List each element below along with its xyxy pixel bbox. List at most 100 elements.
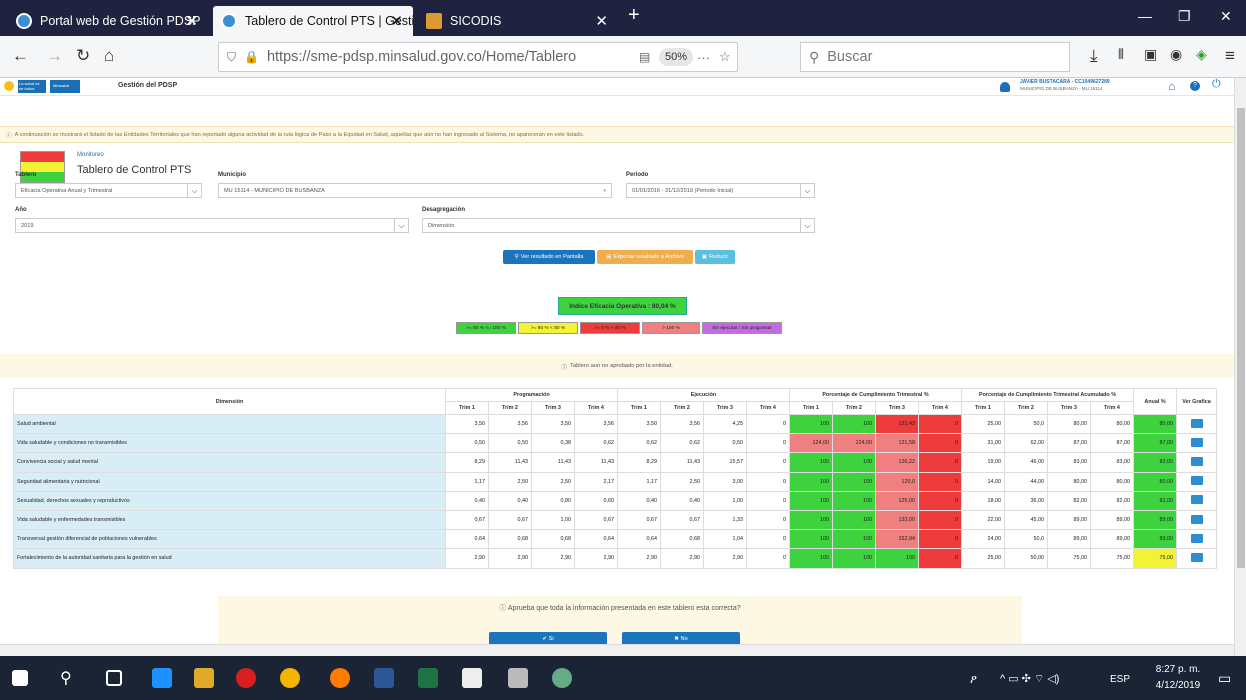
municipio-label: Municipio [218,172,246,178]
app-icon[interactable] [552,668,572,688]
table-row: Vida saludable y condiciones no transmis… [13,433,1217,454]
firefox-icon[interactable] [330,668,350,688]
chart-button-icon[interactable] [1190,456,1203,466]
tray-icons[interactable]: ^ ▭ ✣ ⌔ ◁) [1000,672,1059,686]
maximize-icon[interactable]: ❐ [1178,8,1191,25]
info-icon: ⓘ [6,132,12,139]
prog-cell: 3,50 [531,413,575,435]
opera-icon[interactable] [236,668,256,688]
account-icon[interactable]: ◉ [1170,46,1182,63]
minimize-icon[interactable]: — [1138,8,1152,24]
forward-icon[interactable]: → [46,46,63,66]
clock-time[interactable]: 8:27 p. m. [1148,664,1208,675]
scroll-thumb[interactable] [1237,108,1245,568]
trim-header: Trim 1 [445,401,489,415]
chart-button-icon[interactable] [1190,533,1203,543]
spreadsheet-icon[interactable] [508,668,528,688]
more-icon[interactable]: ··· [697,50,710,65]
municipio-select[interactable]: MU 15114 - MUNICIPIO DE BUSBANZA ▾ [218,183,612,198]
clock-date[interactable]: 4/12/2019 [1148,680,1208,691]
chart-button-icon[interactable] [1190,418,1203,428]
pct-cell: 0 [918,471,962,492]
file-explorer-icon[interactable] [194,668,214,688]
ejec-cell: 0,50 [703,433,747,454]
ejec-cell: 0 [746,490,790,511]
download-icon[interactable]: ⤓ [1090,46,1098,66]
chart-button-icon[interactable] [1190,495,1203,505]
menu-icon[interactable]: ≡ [1225,46,1235,66]
trim-header: Trim 4 [574,401,618,415]
acum-cell: 36,00 [1004,490,1048,511]
people-icon[interactable]: ዖ [970,672,977,687]
table-row: Sexualidad, derechos sexuales y reproduc… [13,490,1217,511]
url-bar[interactable]: ⛉ 🔒 https://sme-pdsp.minsalud.gov.co/Hom… [218,42,738,72]
pct-cell: 0 [918,452,962,473]
new-tab-icon[interactable]: + [628,4,640,27]
home-icon[interactable]: ⌂ [104,46,114,66]
periodo-select[interactable]: 01/01/2016 - 31/12/2019 (Periodo Inicial… [626,183,815,198]
pct-cell: 100 [832,413,876,435]
zoom-badge[interactable]: 50% [659,48,693,66]
table-row: Transversal gestión diferencial de pobla… [13,529,1217,550]
chart-button-icon[interactable] [1190,514,1203,524]
trim-header: Trim 3 [531,401,575,415]
task-view-icon[interactable] [106,670,122,686]
notifications-icon[interactable]: ▭ [1218,670,1231,687]
table-row: Seguridad alimentaria y nutricional 1,17 2… [13,471,1217,492]
vertical-scrollbar[interactable] [1234,78,1246,656]
pct-cell: 121,43 [875,413,919,435]
prog-cell: 11,43 [574,452,618,473]
trim-header: Trim 1 [789,401,833,415]
tab-sicodis[interactable]: SICODIS ✕ [418,6,618,36]
close-tab-icon[interactable]: ✕ [185,12,198,30]
ver-resultado-button[interactable]: ⚲ Ver resultado en Pantalla [503,250,595,264]
anio-select[interactable]: 2019 ⌵ [15,218,409,233]
power-icon[interactable]: ⏻ [1212,78,1221,91]
sidebar-icon[interactable]: ▣ [1144,46,1157,63]
prog-cell: 0,62 [574,433,618,454]
reducir-button[interactable]: ▣ Reducir [695,250,735,264]
chrome-icon[interactable] [280,668,300,688]
tablero-select[interactable]: Eficacia Operativa Anual y Trimestral ⌵ [15,183,202,198]
pct-cell: 100 [832,490,876,511]
close-window-icon[interactable]: ✕ [1220,8,1232,25]
anual-cell: 89,00 [1133,509,1177,531]
col-dimension: Dimensión [13,388,446,415]
user-icon [1000,82,1010,92]
acum-cell: 75,00 [1090,548,1134,569]
tab-portal[interactable]: Portal web de Gestión PDSP ✕ [8,6,208,36]
home-nav-icon[interactable]: ⌂ [1168,79,1175,93]
edge-icon[interactable] [152,668,172,688]
reload-icon[interactable]: ↻ [76,46,90,66]
desagregacion-select[interactable]: Dimensión ⌵ [422,218,815,233]
search-box[interactable]: ⚲ Buscar [800,42,1070,72]
prog-cell: 8,29 [445,452,489,473]
file-icon[interactable] [462,668,482,688]
chart-button-icon[interactable] [1190,476,1203,486]
bookmark-icon[interactable]: ☆ [719,49,731,65]
user-name[interactable]: JAVIER BUSTACARA - CC1049627289 [1020,79,1110,85]
lock-icon: 🔒 [244,50,259,64]
search-icon[interactable]: ⚲ [60,668,80,688]
grafica-cell [1176,452,1217,473]
trim-header: Trim 2 [832,401,876,415]
language-indicator[interactable]: ESP [1110,674,1130,685]
chart-button-icon[interactable] [1190,437,1203,447]
excel-icon[interactable] [418,668,438,688]
prog-cell: 1,00 [531,509,575,531]
breadcrumb[interactable]: Monitoreo [77,152,104,158]
chart-button-icon[interactable] [1190,552,1203,562]
exportar-button[interactable]: ▤ Exportar resultado a Archivo [597,250,693,264]
horizontal-scrollbar[interactable] [0,644,1234,656]
close-tab-icon[interactable]: ✕ [595,12,608,30]
reader-icon[interactable]: ▤ [639,50,650,64]
extension-icon[interactable]: ◈ [1196,46,1207,63]
tab-tablero[interactable]: Tablero de Control PTS | Gestió ✕ [213,6,413,36]
back-icon[interactable]: ← [12,46,29,66]
word-icon[interactable] [374,668,394,688]
close-tab-icon[interactable]: ✕ [390,12,403,30]
help-icon[interactable]: ? [1190,81,1200,91]
library-icon[interactable]: ⫴ [1118,46,1124,63]
windows-start-icon[interactable] [12,670,28,686]
dimension-name: Convivencia social y salud mental [13,452,446,473]
